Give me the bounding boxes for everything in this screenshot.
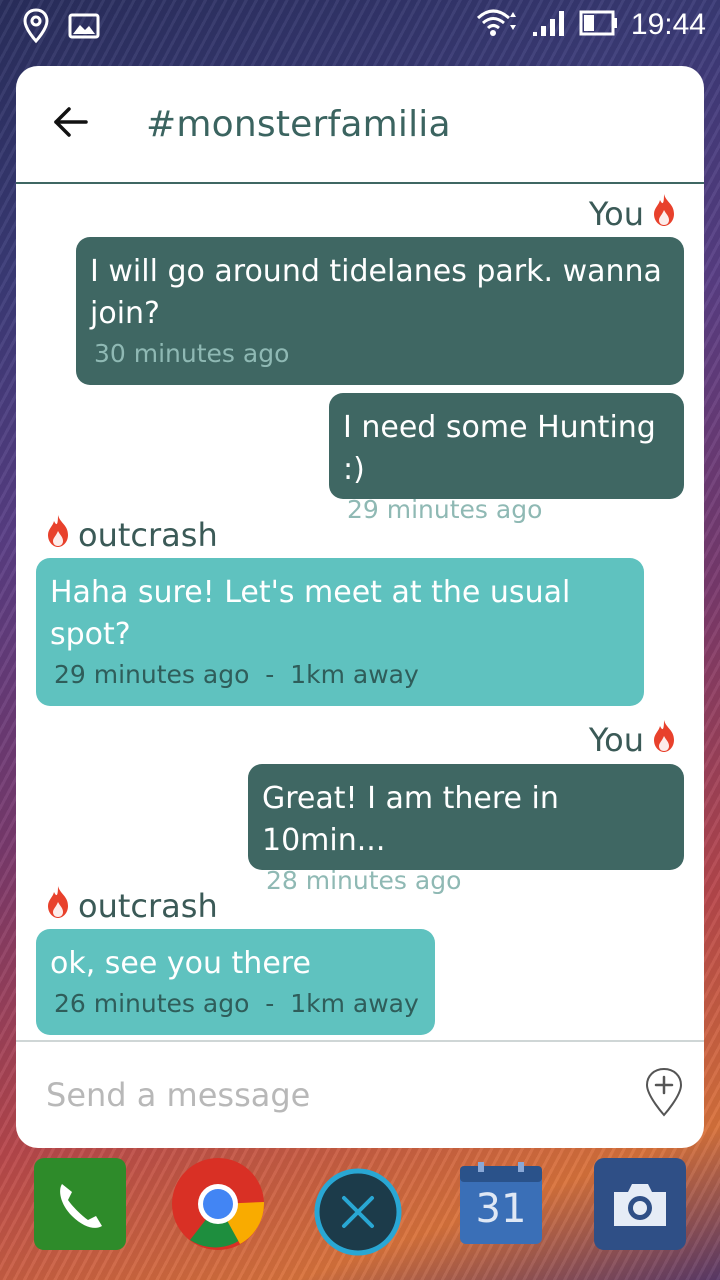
message-input[interactable] — [46, 1076, 606, 1114]
message-text: Great! I am there in 10min... — [262, 781, 559, 858]
composer — [16, 1040, 704, 1148]
battery-icon — [579, 9, 619, 41]
back-button[interactable] — [36, 89, 106, 159]
flame-icon — [44, 513, 72, 557]
arrow-left-icon — [53, 106, 89, 142]
add-location-icon — [644, 1067, 684, 1122]
wifi-icon — [475, 6, 519, 44]
message-list[interactable]: You I will go around tidelanes park. wan… — [16, 186, 704, 1040]
chat-title: #monsterfamilia — [146, 103, 451, 145]
sender-label: You — [589, 718, 678, 762]
message-meta: 29 minutes ago — [347, 495, 543, 524]
message-text: Haha sure! Let's meet at the usual spot? — [50, 575, 571, 652]
sender-label: outcrash — [44, 884, 218, 928]
message-meta: 29 minutes ago - 1km away — [54, 660, 419, 689]
message-meta: 28 minutes ago — [266, 866, 462, 895]
message-bubble[interactable]: I need some Hunting :) 29 minutes ago — [329, 393, 684, 524]
message-text: ok, see you there — [50, 946, 311, 981]
chat-card: #monsterfamilia You I will go around tid… — [16, 66, 704, 1148]
add-location-button[interactable] — [644, 1066, 684, 1118]
camera-app-icon[interactable] — [592, 1156, 688, 1252]
status-bar: 19:44 — [0, 0, 720, 50]
message-bubble[interactable]: Haha sure! Let's meet at the usual spot?… — [36, 558, 644, 706]
calendar-date: 31 — [475, 1186, 527, 1232]
sender-label: outcrash — [44, 513, 218, 557]
message-text: I need some Hunting :) — [343, 410, 656, 487]
message-bubble[interactable]: Great! I am there in 10min... 28 minutes… — [248, 764, 684, 895]
location-icon — [22, 8, 50, 48]
flame-icon — [650, 192, 678, 236]
message-bubble[interactable]: ok, see you there 26 minutes ago - 1km a… — [36, 929, 435, 1035]
chat-header: #monsterfamilia — [16, 66, 704, 184]
clock: 19:44 — [630, 8, 706, 41]
message-meta: 30 minutes ago — [94, 339, 290, 368]
flame-icon — [650, 718, 678, 762]
close-app-icon[interactable] — [312, 1166, 404, 1258]
message-bubble[interactable]: I will go around tidelanes park. wanna j… — [76, 237, 684, 385]
message-meta: 26 minutes ago - 1km away — [54, 989, 419, 1018]
chrome-app-icon[interactable] — [170, 1156, 266, 1252]
signal-icon — [531, 8, 567, 42]
message-text: I will go around tidelanes park. wanna j… — [90, 254, 662, 331]
gallery-icon — [68, 13, 100, 43]
calendar-app-icon[interactable]: 31 — [458, 1160, 554, 1256]
flame-icon — [44, 884, 72, 928]
app-dock: 31 — [0, 1150, 720, 1280]
sender-label: You — [589, 192, 678, 236]
phone-app-icon[interactable] — [32, 1156, 128, 1252]
